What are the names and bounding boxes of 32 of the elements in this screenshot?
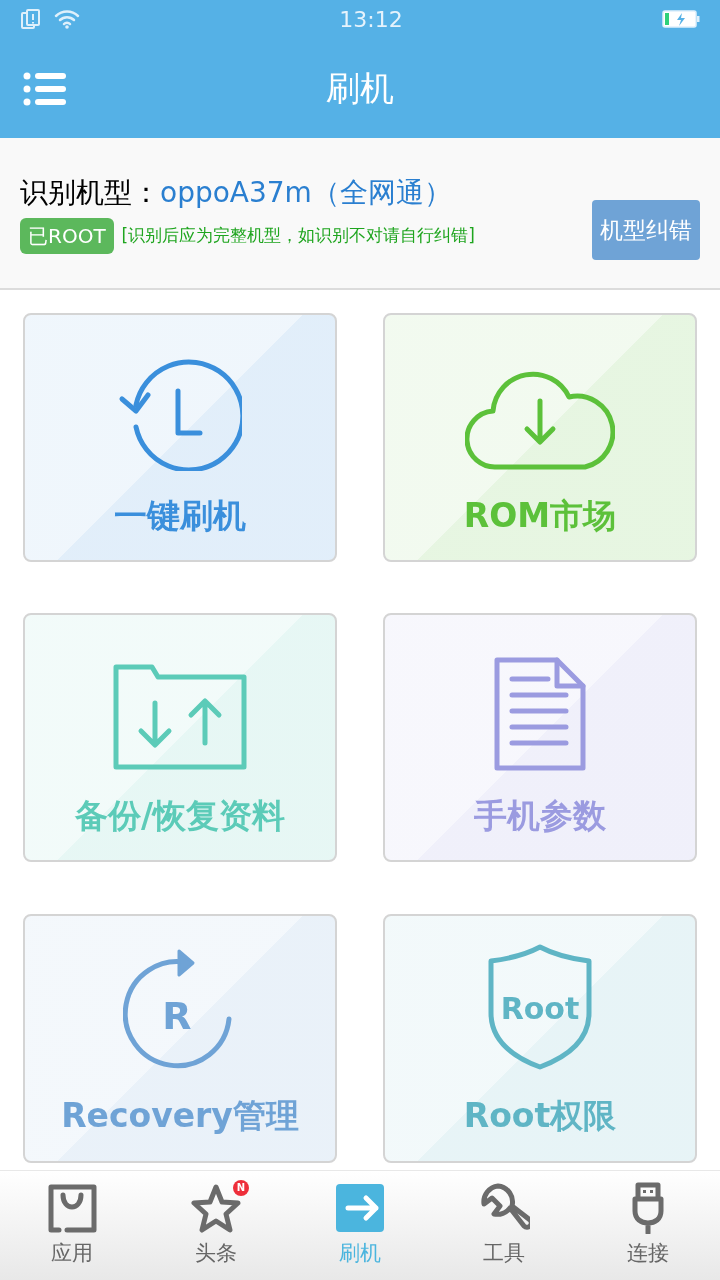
page-title: 刷机 — [326, 66, 394, 110]
notification-badge: N — [233, 1179, 249, 1196]
feature-tile[interactable]: R Recovery管理 — [23, 913, 337, 1163]
tile-label: Root权限 — [463, 1095, 617, 1138]
feature-tile[interactable]: 一键刷机 — [23, 313, 337, 562]
bag-icon — [47, 1182, 97, 1233]
feature-tile[interactable]: Root Root权限 — [383, 913, 697, 1163]
root-badge: 已ROOT — [20, 218, 114, 254]
tab-item[interactable]: 刷机 — [288, 1181, 432, 1270]
model-name: oppoA37m（全网通） — [160, 175, 452, 211]
tab-item[interactable]: N 头条 — [144, 1181, 288, 1270]
model-fix-button[interactable]: 机型纠错 — [592, 200, 700, 260]
feature-tile[interactable]: 备份/恢复资料 — [23, 613, 337, 863]
status-time: 13:12 — [339, 5, 403, 34]
wifi-icon — [54, 8, 80, 30]
battery-icon — [662, 9, 700, 29]
tile-label: 一键刷机 — [114, 494, 246, 537]
document-icon — [494, 656, 586, 771]
tile-label: 备份/恢复资料 — [74, 794, 286, 837]
hint-text: [识别后应为完整机型，如识别不对请自行纠错] — [121, 224, 475, 248]
menu-icon[interactable] — [23, 72, 67, 106]
tile-label: Recovery管理 — [61, 1095, 299, 1138]
tab-item[interactable]: 工具 — [432, 1181, 576, 1270]
tile-label: 手机参数 — [474, 794, 606, 837]
model-label: 识别机型： — [20, 175, 160, 211]
feature-tile[interactable]: ROM市场 — [383, 313, 697, 562]
tile-label: ROM市场 — [463, 494, 617, 537]
feature-tile[interactable]: 手机参数 — [383, 613, 697, 863]
usb-plug-icon — [632, 1181, 664, 1234]
tab-item[interactable]: 连接 — [576, 1181, 720, 1270]
tab-item[interactable]: 应用 — [0, 1181, 144, 1270]
sim-alert-icon — [20, 8, 42, 30]
